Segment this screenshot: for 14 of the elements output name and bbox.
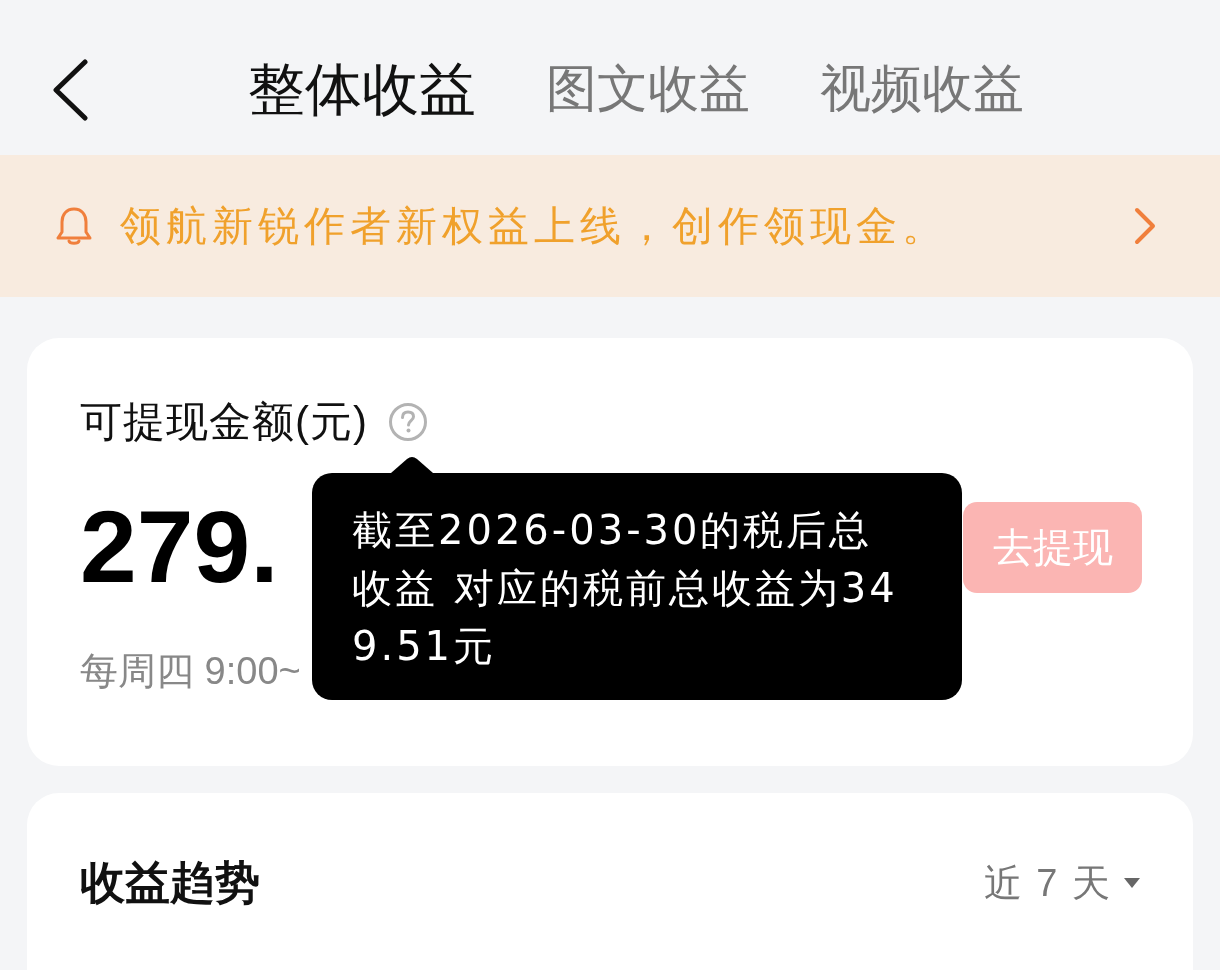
banner-text: 领航新锐作者新权益上线，创作领现金。 <box>120 201 949 251</box>
caret-icon <box>1124 878 1140 889</box>
range-dropdown[interactable]: 近 7 天 <box>983 857 1140 909</box>
nav-tab[interactable]: 视频收益 <box>820 56 1024 123</box>
trend-title: 收益趋势 <box>80 856 260 910</box>
balance-amount: 279. <box>80 502 279 593</box>
nav-tab[interactable]: 图文收益 <box>546 56 750 123</box>
back-chevron-icon <box>52 58 88 121</box>
withdraw-schedule-text: 每周四 9:00~ <box>80 649 301 694</box>
chevron-right-icon <box>1134 207 1156 245</box>
tooltip-text: 截至2026-03-30的税后总收益 对应的税前总收益为349.51元 <box>352 506 899 671</box>
balance-label: 可提现金额(元) <box>80 397 368 447</box>
nav-tab[interactable]: 整体收益 <box>248 52 476 127</box>
bell-icon <box>56 206 92 246</box>
